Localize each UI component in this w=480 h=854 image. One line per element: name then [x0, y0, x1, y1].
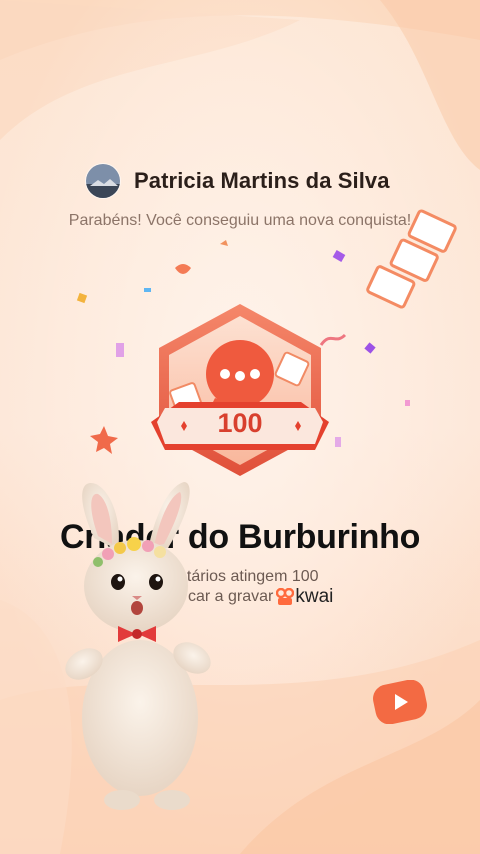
avatar[interactable] — [86, 164, 120, 198]
user-name: Patricia Martins da Silva — [134, 168, 390, 193]
chat-bubble-badge-icon — [151, 304, 329, 476]
badge-count: 100 — [217, 408, 263, 438]
kwai-logo-icon — [276, 588, 295, 605]
achievement-message: Parabéns! Você conseguiu uma nova conqui… — [68, 212, 412, 229]
avatar-image — [86, 164, 120, 198]
play-button[interactable] — [372, 680, 428, 724]
user-header: Patricia Martins da Silva — [86, 162, 390, 200]
kwai-logo-text: kwai — [295, 586, 334, 607]
bunny-mascot — [65, 482, 211, 810]
